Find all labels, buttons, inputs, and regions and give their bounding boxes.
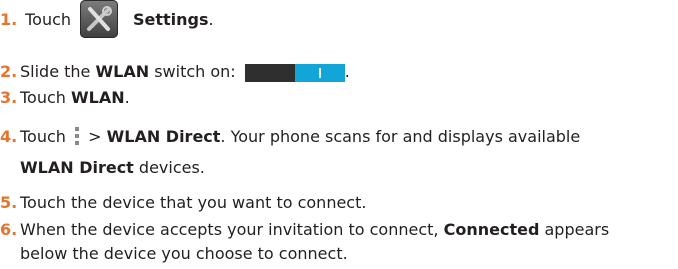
step-1-settings-label: Settings. (133, 10, 214, 29)
step-number: 3. (0, 88, 18, 107)
settings-icon (80, 0, 118, 38)
step-number: 5. (0, 193, 18, 212)
step-3: 3. Touch WLAN. (0, 88, 130, 107)
step-4-continuation: WLAN Direct devices. (20, 158, 205, 177)
step-4: 4. Touch > WLAN Direct. Your phone scans … (0, 126, 581, 146)
wlan-switch-on-icon (244, 63, 345, 82)
instructions-page: { "steps": [ { "number": "1.", "parts": … (0, 0, 678, 269)
step-number: 2. (0, 62, 18, 81)
step-2: 2. Slide the WLAN switch on: . (0, 62, 350, 82)
step-1: 1. Touch (0, 10, 71, 30)
step-number: 6. (0, 220, 18, 239)
switch-knob (294, 63, 345, 82)
step-number: 1. (0, 10, 18, 29)
step-number: 4. (0, 127, 18, 146)
menu-dots-icon (75, 126, 80, 146)
step-text: Touch (25, 10, 72, 29)
step-6-continuation: below the device you choose to connect. (20, 244, 348, 263)
step-5: 5. Touch the device that you want to conn… (0, 193, 367, 212)
step-6: 6. When the device accepts your invitatio… (0, 220, 610, 239)
